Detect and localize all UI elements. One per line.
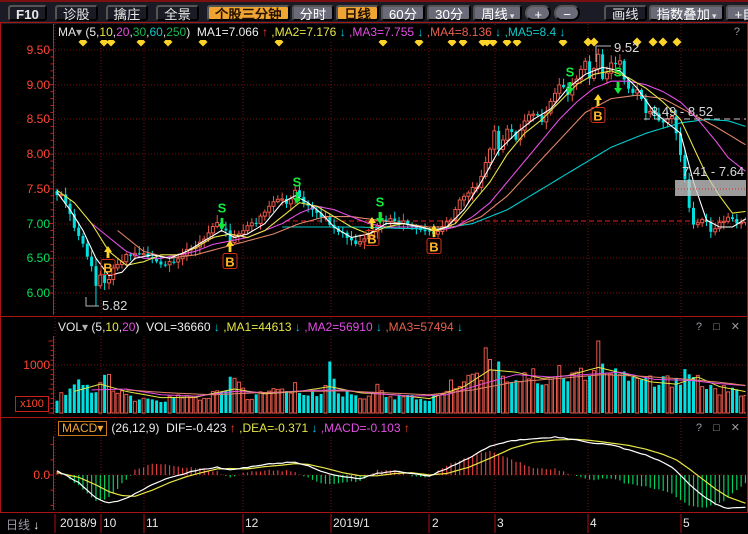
date-label: 2 [432, 516, 439, 530]
header-token: ,MA3=57494 [382, 320, 454, 334]
maximize-icon[interactable]: □ [713, 422, 722, 434]
header-token: ↓ [556, 25, 565, 39]
macd-pane-controls: ? □ ✕ [692, 421, 742, 435]
header-token: ,MA2=7.176 [268, 25, 336, 39]
header-token: ↓ [336, 25, 345, 39]
header-token: ↓ [454, 320, 463, 334]
main-pane-controls: ? [730, 25, 742, 39]
price-layer [56, 49, 748, 306]
chart-canvas[interactable]: B B B B B S S S S S 5.82 9.52 8.49 - 8.52 7.41 - 7.64… [0, 0, 748, 534]
macd-indicator-header[interactable]: MACD▾(26,12,9) DIF=-0.423 ↑ ,DEA=-0.371 … [58, 421, 410, 436]
overlay-layer: B B B B B S S S S S 5.82 9.52 8.49 - 8.52 7.41 - 7.64… [23, 38, 744, 483]
svg-text:B: B [103, 261, 112, 276]
arrow-down-icon: ↓ [33, 518, 39, 532]
header-token: 60 [150, 25, 163, 39]
svg-text:S: S [218, 201, 227, 216]
header-token: 30 [133, 25, 146, 39]
vol-unit-label: x100 [15, 396, 49, 412]
header-token: ▾ [76, 25, 85, 39]
date-label: 4 [590, 516, 597, 530]
svg-text:S: S [566, 65, 575, 80]
header-token: ↑ [259, 25, 268, 39]
header-token: MA [58, 25, 76, 39]
header-token: ) [186, 25, 197, 39]
stock-chart-window: F10 诊股 擒庄 全景 个股三分钟 分时 日线 60分 30分 周线▾ + −… [0, 0, 748, 534]
date-label: 2019/1 [333, 516, 370, 530]
date-label: 12 [245, 516, 258, 530]
date-label: 10 [103, 516, 116, 530]
period-label[interactable]: 日线 ↓ [6, 516, 39, 533]
svg-text:8.49 - 8.52: 8.49 - 8.52 [651, 104, 713, 119]
svg-text:B: B [593, 109, 602, 124]
svg-text:B: B [429, 240, 438, 255]
header-token: VOL [58, 320, 82, 334]
date-label: 2018/9 [60, 516, 97, 530]
header-token: 10 [99, 25, 112, 39]
header-token: ↓ [292, 320, 301, 334]
vol-pane-controls: ? □ ✕ [692, 320, 742, 334]
svg-text:7.00: 7.00 [27, 217, 51, 231]
header-token: ,DEA=-0.371 [236, 421, 308, 435]
svg-text:6.00: 6.00 [27, 286, 51, 300]
header-token: ,MA4=8.136 [423, 25, 491, 39]
header-token: ↓ [211, 320, 220, 334]
header-token: ↑ [401, 421, 410, 435]
header-token: ↓ [308, 421, 317, 435]
close-icon[interactable]: ✕ [731, 321, 742, 333]
svg-text:9.52: 9.52 [614, 40, 639, 55]
svg-text:8.00: 8.00 [27, 147, 51, 161]
header-token: ↓ [373, 320, 382, 334]
svg-text:8.50: 8.50 [27, 112, 51, 126]
header-token: ,MA2=56910 [301, 320, 373, 334]
header-token: 10 [105, 320, 118, 334]
svg-text:7.41 - 7.64: 7.41 - 7.64 [682, 164, 744, 179]
svg-text:9.50: 9.50 [27, 43, 51, 57]
svg-text:6.50: 6.50 [27, 251, 51, 265]
help-icon[interactable]: ? [734, 26, 742, 38]
svg-text:S: S [376, 195, 385, 210]
date-label: 11 [146, 516, 158, 530]
header-token: ) [135, 320, 146, 334]
svg-text:0.0: 0.0 [33, 468, 50, 482]
svg-text:B: B [367, 232, 376, 247]
help-icon[interactable]: ? [696, 321, 704, 333]
date-label: 5 [683, 516, 690, 530]
header-token: DIF=-0.423 [166, 421, 226, 435]
close-icon[interactable]: ✕ [731, 422, 742, 434]
header-token: MACD▾ [58, 421, 107, 436]
date-label: 3 [497, 516, 504, 530]
ma-indicator-header[interactable]: MA▾ (5,10,20,30,60,250) MA1=7.066 ↑ ,MA2… [58, 25, 566, 40]
svg-text:1000: 1000 [23, 358, 50, 372]
header-token: ↑ [226, 421, 235, 435]
help-icon[interactable]: ? [696, 422, 704, 434]
svg-text:S: S [614, 65, 623, 80]
volume-layer [56, 341, 748, 413]
svg-text:5.82: 5.82 [102, 298, 127, 313]
vol-indicator-header[interactable]: VOL▾ (5,10,20) VOL=36660 ↓ ,MA1=44613 ↓ … [58, 320, 463, 335]
svg-text:9.00: 9.00 [27, 78, 51, 92]
header-token: 20 [122, 320, 135, 334]
header-token: MA1=7.066 [197, 25, 259, 39]
svg-text:7.50: 7.50 [27, 182, 51, 196]
header-token: 20 [116, 25, 129, 39]
svg-text:B: B [225, 255, 234, 270]
header-token: 250 [166, 25, 186, 39]
maximize-icon[interactable]: □ [713, 321, 722, 333]
header-token: ,MACD=-0.103 [318, 421, 401, 435]
macd-layer [57, 437, 746, 509]
header-token: (26,12,9) [111, 421, 166, 435]
header-token: ↓ [492, 25, 501, 39]
header-token: ,MA1=44613 [220, 320, 292, 334]
header-token: ,MA3=7.755 [346, 25, 414, 39]
header-token: ,MA5=8.4 [501, 25, 556, 39]
time-axis: 日线 ↓ 2018/9 10 11 12 2019/1 2 3 4 5 [0, 513, 748, 534]
header-token: VOL=36660 [146, 320, 210, 334]
header-token: ▾ [82, 320, 91, 334]
svg-text:S: S [293, 175, 302, 190]
